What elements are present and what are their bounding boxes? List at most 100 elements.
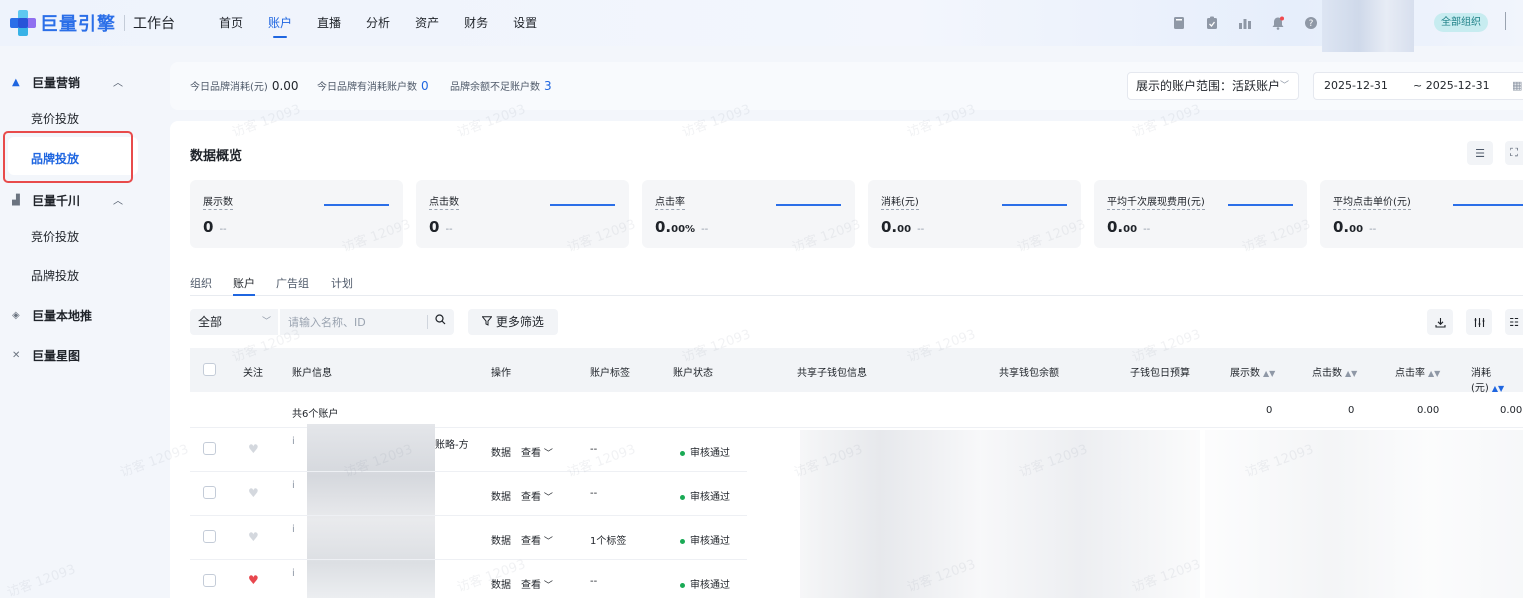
sidebar-item-marketing-bidding[interactable]: 竞价投放 [31, 110, 79, 127]
header-tools: ? [1170, 14, 1335, 32]
metric-value: 0.00 -- [881, 218, 925, 236]
tab-ad-group[interactable]: 广告组 [276, 275, 309, 291]
svg-text:?: ? [1309, 19, 1314, 29]
column-header-clicks[interactable]: 点击数 ▲▼ [1312, 364, 1357, 379]
redacted-metrics [1205, 430, 1523, 598]
row-checkbox[interactable] [203, 442, 216, 455]
heart-icon[interactable]: ♥ [248, 442, 259, 456]
stat-value[interactable]: 3 [544, 79, 552, 93]
column-header-ctr[interactable]: 点击率 ▲▼ [1395, 364, 1440, 379]
row-checkbox[interactable] [203, 486, 216, 499]
metric-value: 0 -- [429, 218, 453, 236]
metric-card-cpm[interactable]: 平均千次展现费用(元) 0.00 -- [1094, 180, 1307, 248]
user-avatar[interactable] [1322, 0, 1414, 52]
settings-sliders-icon[interactable]: ☰ [1467, 141, 1493, 165]
nav-live[interactable]: 直播 [305, 0, 353, 46]
nav-account[interactable]: 账户 [256, 0, 304, 46]
row-account-tag[interactable]: 1个标签 [590, 532, 626, 547]
nav-finance[interactable]: 财务 [452, 0, 500, 46]
scope-select[interactable]: 全部 ﹀ [190, 309, 278, 335]
stat-brand-cost: 今日品牌消耗(元) 0.00 [190, 78, 299, 93]
download-icon[interactable] [1427, 309, 1453, 335]
sort-icon: ▲▼ [1345, 369, 1358, 378]
account-range-select[interactable]: 展示的账户范围：活跃账户 ﹀ [1127, 72, 1299, 100]
row-data-link[interactable]: 数据 [491, 576, 511, 591]
metric-card-clicks[interactable]: 点击数 0 -- [416, 180, 629, 248]
column-header-impressions[interactable]: 展示数 ▲▼ [1230, 364, 1275, 379]
metric-card-ctr[interactable]: 点击率 0.00% -- [642, 180, 855, 248]
sidebar-item-qianchuan-brand[interactable]: 品牌投放 [31, 267, 79, 284]
metric-card-cost[interactable]: 消耗(元) 0.00 -- [868, 180, 1081, 248]
metric-value: 0 -- [203, 218, 227, 236]
search-box [280, 309, 454, 335]
metric-label: 点击数 [429, 193, 459, 210]
tab-organization[interactable]: 组织 [190, 275, 212, 291]
stat-value: 0.00 [271, 79, 299, 93]
more-filter-button[interactable]: 更多筛选 [468, 309, 558, 335]
column-header-cost[interactable]: 消耗(元) ▲▼ [1471, 364, 1523, 394]
stat-value[interactable]: 0 [421, 79, 429, 93]
sidebar-group-xingtu[interactable]: ✕ 巨量星图 [12, 347, 80, 364]
redacted-wallet-info [800, 430, 1200, 598]
heart-icon[interactable]: ♥ [248, 530, 259, 544]
chevron-up-icon[interactable]: ︿ [113, 74, 123, 89]
logo[interactable]: 巨量引擎 工作台 [10, 0, 175, 46]
search-input[interactable] [288, 309, 423, 335]
row-data-link[interactable]: 数据 [491, 488, 511, 503]
tab-account[interactable]: 账户 [233, 275, 255, 296]
org-selector-badge[interactable]: 全部组织 [1434, 13, 1488, 32]
row-divider [190, 471, 747, 472]
tab-plan[interactable]: 计划 [331, 275, 353, 291]
total-cost: 0.00 [1500, 405, 1523, 416]
date-range-picker[interactable]: 2025-12-31 ~ 2025-12-31 ▦ [1313, 72, 1523, 100]
red-highlight-box [3, 131, 133, 183]
sidebar-item-qianchuan-bidding[interactable]: 竞价投放 [31, 228, 79, 245]
heart-icon[interactable]: ♥ [248, 486, 259, 500]
metric-card-impressions[interactable]: 展示数 0 -- [190, 180, 403, 248]
row-account-status: 审核通过 [680, 488, 730, 503]
layout-settings-icon[interactable]: ☷ [1505, 309, 1523, 335]
chevron-down-icon: ﹀ [541, 493, 553, 503]
chevron-down-icon: ﹀ [1279, 81, 1289, 91]
search-icon[interactable] [435, 314, 446, 328]
sidebar-group-juliang-marketing[interactable]: ▲ 巨量营销 [12, 74, 80, 91]
help-icon[interactable]: ? [1302, 14, 1320, 32]
total-accounts-label: 共6个账户 [292, 409, 339, 420]
column-settings-icon[interactable] [1466, 309, 1492, 335]
metric-label: 展示数 [203, 193, 233, 210]
level-tabs: 组织 账户 广告组 计划 [190, 275, 1523, 296]
nav-assets[interactable]: 资产 [403, 0, 451, 46]
heart-icon[interactable]: ♥ [248, 573, 259, 587]
row-view-dropdown[interactable]: 查看 ﹀ [521, 444, 553, 459]
row-view-dropdown[interactable]: 查看 ﹀ [521, 488, 553, 503]
metric-sparkline [550, 204, 615, 206]
fullscreen-icon[interactable]: ⛶ [1505, 141, 1523, 165]
row-data-link[interactable]: 数据 [491, 532, 511, 547]
header-divider [1505, 12, 1506, 30]
nav-home[interactable]: 首页 [207, 0, 255, 46]
bell-icon[interactable] [1269, 14, 1287, 32]
total-clicks: 0 [1348, 405, 1355, 416]
metric-card-cpc[interactable]: 平均点击单价(元) 0.00 -- [1320, 180, 1523, 248]
book-icon[interactable] [1170, 14, 1188, 32]
clipboard-icon[interactable] [1203, 14, 1221, 32]
nav-settings[interactable]: 设置 [501, 0, 549, 46]
chart-icon[interactable] [1236, 14, 1254, 32]
chevron-up-icon[interactable]: ︿ [113, 192, 123, 207]
sidebar-group-bendi[interactable]: ◈ 巨量本地推 [12, 307, 92, 324]
row-checkbox[interactable] [203, 574, 216, 587]
total-impressions: 0 [1266, 405, 1273, 416]
select-all-checkbox[interactable] [203, 363, 216, 376]
metric-sparkline [1228, 204, 1293, 206]
row-view-dropdown[interactable]: 查看 ﹀ [521, 532, 553, 547]
row-data-link[interactable]: 数据 [491, 444, 511, 459]
metric-value: 0.00 -- [1107, 218, 1151, 236]
chevron-down-icon: ﹀ [541, 537, 553, 547]
nav-analysis[interactable]: 分析 [354, 0, 402, 46]
row-checkbox[interactable] [203, 530, 216, 543]
row-view-dropdown[interactable]: 查看 ﹀ [521, 576, 553, 591]
date-end: ~ 2025-12-31 [1413, 79, 1490, 92]
sidebar-group-qianchuan[interactable]: ▟ 巨量千川 [12, 192, 80, 209]
column-header-sub-wallet-budget: 子钱包日预算 [1130, 368, 1190, 379]
column-header-shared-wallet: 共享子钱包信息 [797, 368, 867, 379]
